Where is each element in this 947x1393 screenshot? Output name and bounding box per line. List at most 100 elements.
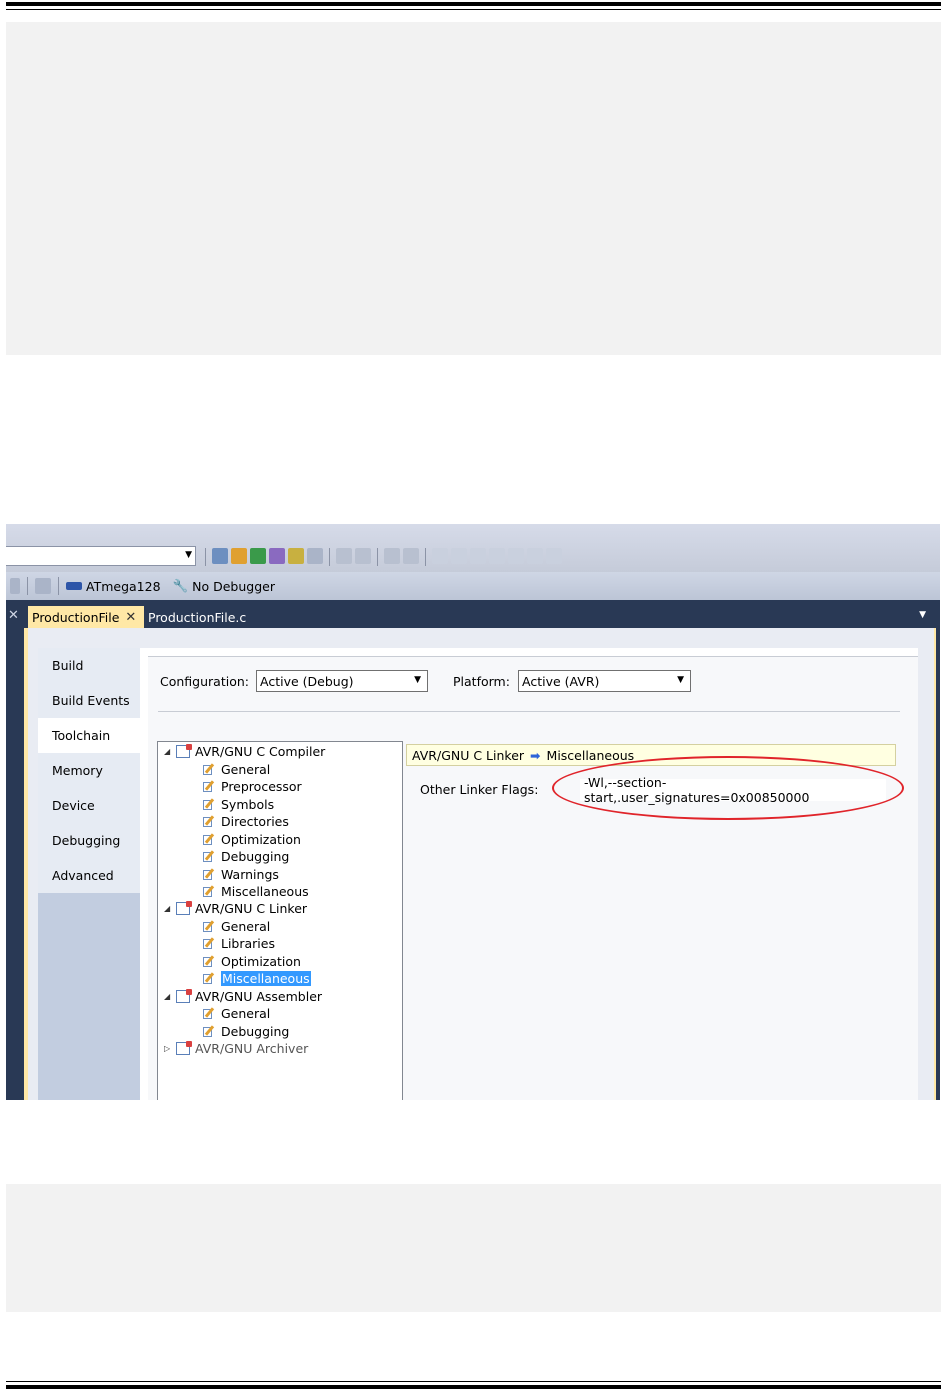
nav-label: Toolchain bbox=[52, 728, 111, 743]
solution-config-combo[interactable]: ▼ bbox=[6, 546, 196, 566]
tree-label: Warnings bbox=[221, 867, 279, 882]
tree-compiler-symbols[interactable]: Symbols bbox=[202, 796, 274, 813]
nav-label: Advanced bbox=[52, 868, 114, 883]
comment-icon[interactable] bbox=[384, 548, 400, 564]
top-rule-thick bbox=[6, 2, 941, 6]
tab-productionfile-c[interactable]: ProductionFile.c bbox=[148, 606, 246, 628]
nav-device[interactable]: Device bbox=[38, 788, 142, 823]
configuration-select[interactable]: Active (Debug) ▼ bbox=[256, 670, 428, 692]
settings-page-icon bbox=[202, 815, 217, 828]
platform-label: Platform: bbox=[453, 674, 510, 689]
tree-label: Optimization bbox=[221, 832, 301, 847]
uncomment-icon[interactable] bbox=[403, 548, 419, 564]
debugger-icon: 🔧 bbox=[172, 578, 189, 593]
tree-linker-libraries[interactable]: Libraries bbox=[202, 935, 275, 952]
tree-label: General bbox=[221, 919, 271, 934]
nav-build[interactable]: Build bbox=[38, 648, 142, 683]
tab-label: ProductionFile.c bbox=[148, 609, 247, 625]
find-in-files-icon[interactable] bbox=[546, 548, 562, 564]
outdent-icon[interactable] bbox=[336, 548, 352, 564]
tree-label: Optimization bbox=[221, 954, 301, 969]
settings-page-icon bbox=[202, 937, 217, 950]
tree-linker-miscellaneous[interactable]: Miscellaneous bbox=[202, 970, 311, 987]
tree-label: Miscellaneous bbox=[221, 971, 311, 986]
tree-linker-general[interactable]: General bbox=[202, 918, 270, 935]
next-bookmark-icon[interactable] bbox=[470, 548, 486, 564]
arrow-right-icon: ➡ bbox=[530, 747, 541, 763]
prev-bookmark-icon[interactable] bbox=[451, 548, 467, 564]
device-label[interactable]: ATmega128 bbox=[86, 579, 161, 594]
settings-page-icon bbox=[202, 1007, 217, 1020]
ide-screenshot: ▼ ATmega128 🔧 No Debugger ✕ ProductionFi… bbox=[6, 524, 940, 1100]
prev-folder-icon[interactable] bbox=[489, 548, 505, 564]
tree-archiver[interactable]: ▷ AVR/GNU Archiver bbox=[164, 1040, 308, 1057]
tree-assembler-debugging[interactable]: Debugging bbox=[202, 1023, 289, 1040]
tree-label: AVR/GNU C Linker bbox=[195, 901, 308, 916]
configuration-label: Configuration: bbox=[160, 674, 249, 689]
tree-linker[interactable]: ◢ AVR/GNU C Linker bbox=[164, 900, 307, 917]
settings-page-icon bbox=[202, 798, 217, 811]
nav-memory[interactable]: Memory bbox=[38, 753, 142, 788]
expand-icon[interactable]: ▷ bbox=[164, 1044, 176, 1053]
tree-compiler[interactable]: ◢ AVR/GNU C Compiler bbox=[164, 743, 325, 760]
toolbox-icon[interactable] bbox=[288, 548, 304, 564]
tree-compiler-general[interactable]: General bbox=[202, 761, 270, 778]
nav-label: Debugging bbox=[52, 833, 121, 848]
tab-productionfile[interactable]: ProductionFile ✕ bbox=[28, 606, 144, 628]
class-view-icon[interactable] bbox=[269, 548, 285, 564]
tree-compiler-directories[interactable]: Directories bbox=[202, 813, 289, 830]
program-icon[interactable] bbox=[35, 578, 51, 594]
tree-compiler-warnings[interactable]: Warnings bbox=[202, 866, 279, 883]
bookmark-icon[interactable] bbox=[432, 548, 448, 564]
tree-assembler[interactable]: ◢ AVR/GNU Assembler bbox=[164, 988, 322, 1005]
platform-select[interactable]: Active (AVR) ▼ bbox=[518, 670, 691, 692]
collapse-icon[interactable]: ◢ bbox=[164, 904, 176, 913]
close-icon[interactable]: ✕ bbox=[8, 608, 19, 623]
tree-assembler-general[interactable]: General bbox=[202, 1005, 270, 1022]
tree-compiler-optimization[interactable]: Optimization bbox=[202, 831, 301, 848]
tree-label: General bbox=[221, 1006, 271, 1021]
tree-label: Preprocessor bbox=[221, 779, 302, 794]
tab-strip bbox=[6, 600, 940, 628]
tree-label: Directories bbox=[221, 814, 289, 829]
settings-page-icon bbox=[202, 920, 217, 933]
settings-page-icon bbox=[202, 833, 217, 846]
nav-label: Build Events bbox=[52, 693, 130, 708]
window-icon[interactable] bbox=[307, 548, 323, 564]
tree-label: AVR/GNU C Compiler bbox=[195, 744, 326, 759]
collapse-icon[interactable]: ◢ bbox=[164, 747, 176, 756]
collapse-icon[interactable]: ◢ bbox=[164, 992, 176, 1001]
nav-debugging[interactable]: Debugging bbox=[38, 823, 142, 858]
indent-icon[interactable] bbox=[355, 548, 371, 564]
properties-icon[interactable] bbox=[231, 548, 247, 564]
nav-build-events[interactable]: Build Events bbox=[38, 683, 142, 718]
crumb-parent: AVR/GNU C Linker bbox=[412, 747, 525, 763]
other-linker-flags-label: Other Linker Flags: bbox=[420, 782, 539, 797]
bottom-rule-thin bbox=[6, 1381, 941, 1382]
bottom-rule-thick bbox=[6, 1385, 941, 1389]
settings-page-icon bbox=[202, 885, 217, 898]
tree-label: General bbox=[221, 762, 271, 777]
tree-label: Symbols bbox=[221, 797, 275, 812]
tree-compiler-preprocessor[interactable]: Preprocessor bbox=[202, 778, 302, 795]
next-folder-icon[interactable] bbox=[508, 548, 524, 564]
solution-explorer-icon[interactable] bbox=[250, 548, 266, 564]
tree-label: AVR/GNU Assembler bbox=[195, 989, 323, 1004]
clear-bookmarks-icon[interactable] bbox=[527, 548, 543, 564]
nav-label: Memory bbox=[52, 763, 103, 778]
configuration-value: Active (Debug) bbox=[260, 673, 354, 689]
tree-compiler-debugging[interactable]: Debugging bbox=[202, 848, 289, 865]
tab-dropdown-icon[interactable]: ▼ bbox=[919, 610, 926, 620]
nav-toolchain[interactable]: Toolchain bbox=[38, 718, 148, 753]
settings-page-icon bbox=[202, 868, 217, 881]
tree-label: AVR/GNU Archiver bbox=[195, 1041, 309, 1056]
tool-icon[interactable] bbox=[10, 578, 20, 594]
tree-linker-optimization[interactable]: Optimization bbox=[202, 953, 301, 970]
nav-advanced[interactable]: Advanced bbox=[38, 858, 142, 893]
tree-compiler-miscellaneous[interactable]: Miscellaneous bbox=[202, 883, 309, 900]
find-icon[interactable] bbox=[212, 548, 228, 564]
close-tab-icon[interactable]: ✕ bbox=[125, 610, 136, 625]
settings-page-icon bbox=[202, 972, 217, 985]
crumb-child: Miscellaneous bbox=[546, 747, 635, 763]
debugger-label[interactable]: No Debugger bbox=[192, 579, 275, 594]
